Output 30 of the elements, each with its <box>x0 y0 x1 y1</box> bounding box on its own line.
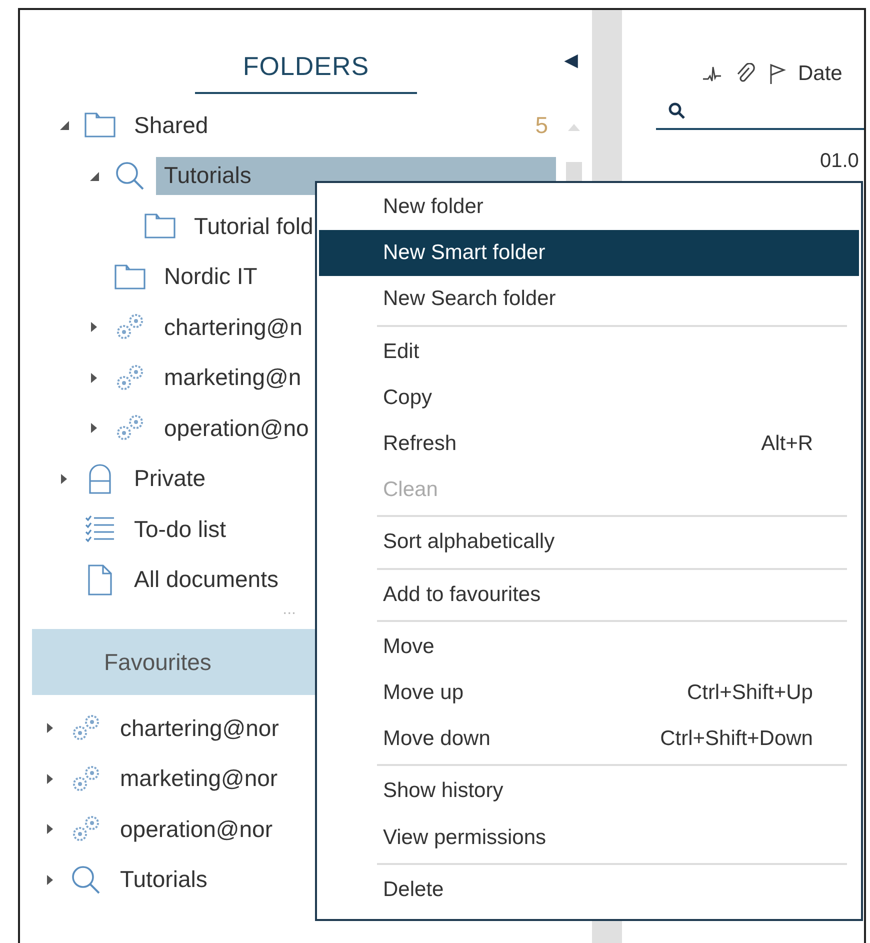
menu-item[interactable]: Copy <box>319 374 859 421</box>
collapse-button[interactable]: ◀ <box>564 50 578 71</box>
panel-title: FOLDERS <box>194 51 418 94</box>
more-indicator: ... <box>282 605 297 620</box>
menu-item[interactable]: Edit <box>319 328 859 375</box>
search-icon <box>114 160 146 192</box>
menu-item[interactable]: New Smart folder <box>319 230 859 276</box>
folder-icon <box>144 212 176 240</box>
menu-item[interactable]: Sort alphabetically <box>319 519 859 566</box>
flag-icon[interactable] <box>768 63 786 85</box>
gears-icon <box>114 362 146 393</box>
gears-icon <box>70 764 102 794</box>
search-icon <box>668 102 686 120</box>
table-cell-text: 01.0 <box>819 150 860 173</box>
folder-icon <box>84 111 116 140</box>
pulse-icon[interactable] <box>702 64 722 84</box>
menu-item[interactable]: Move down Ctrl+Shift+Down <box>319 716 859 762</box>
menu-item[interactable]: Add to favourites <box>319 572 859 618</box>
expanded-arrow-icon[interactable] <box>88 170 100 182</box>
column-header[interactable]: Date <box>798 62 842 86</box>
checklist-icon <box>84 514 116 544</box>
search-icon <box>70 864 102 896</box>
folder-icon <box>114 262 146 291</box>
menu-item[interactable]: Show history <box>319 768 859 814</box>
folder-item[interactable]: Shared 5 <box>126 106 556 144</box>
menu-item[interactable]: Refresh Alt+R <box>319 420 859 468</box>
expanded-arrow-icon[interactable] <box>58 119 70 132</box>
menu-item[interactable]: Delete <box>319 866 859 913</box>
menu-item[interactable]: View permissions <box>319 814 859 861</box>
menu-item[interactable]: New Search folder <box>319 276 859 323</box>
